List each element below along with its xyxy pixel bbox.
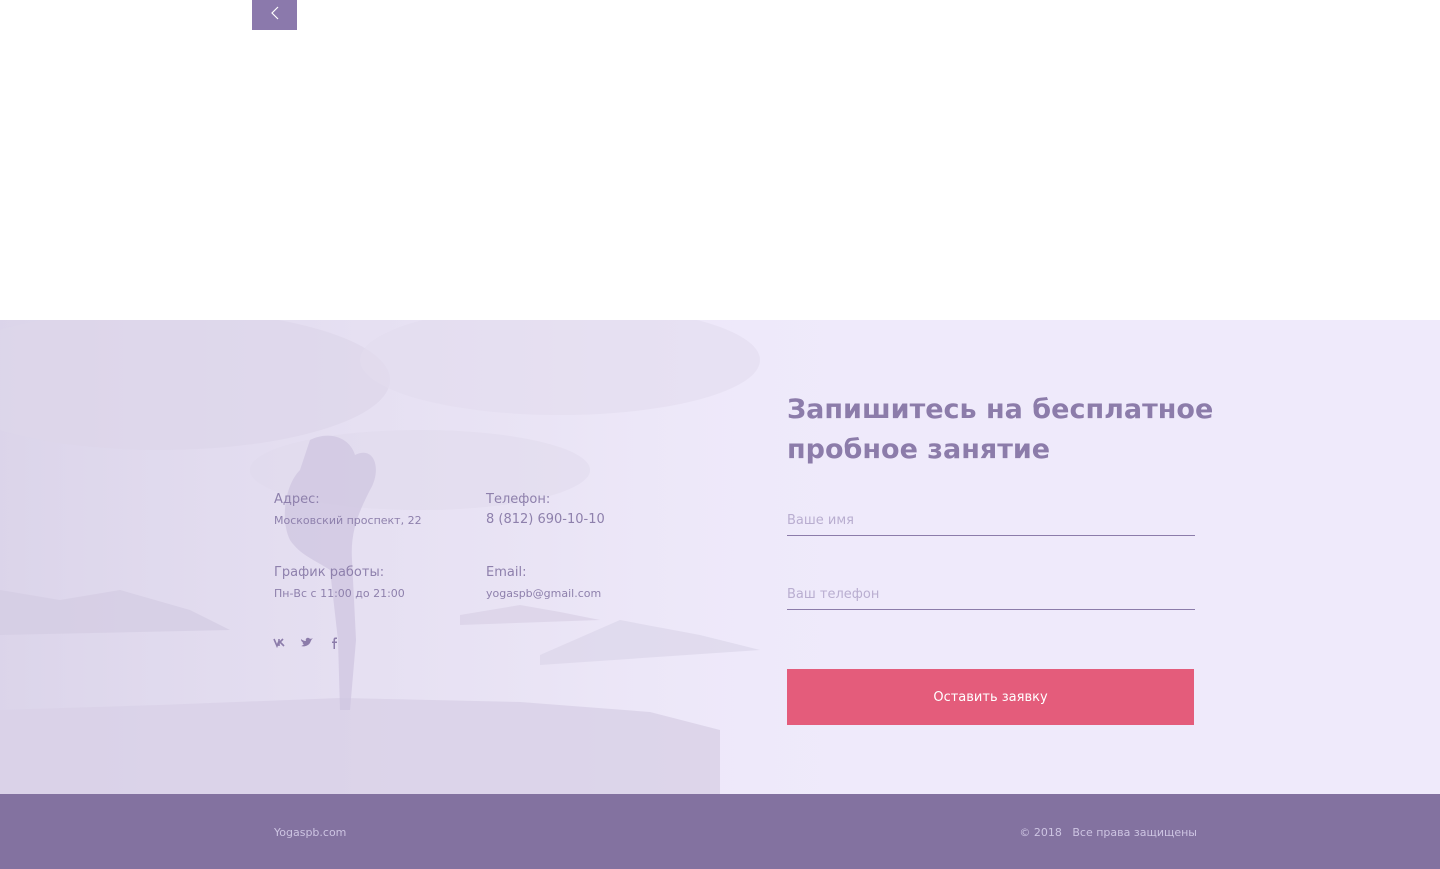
phone-value[interactable]: 8 (812) 690-10-10 [486, 512, 605, 527]
copyright: © 2018 Все права защищены [1019, 826, 1197, 839]
chevron-left-icon [269, 5, 281, 25]
social-links [272, 636, 342, 650]
address-value: Московский проспект, 22 [274, 514, 422, 527]
phone-label: Телефон: [486, 492, 551, 507]
back-button[interactable] [252, 0, 297, 30]
schedule-value: Пн-Вс с 11:00 до 21:00 [274, 587, 405, 600]
twitter-icon[interactable] [299, 636, 315, 650]
contact-section: Адрес: Московский проспект, 22 Телефон: … [0, 320, 1440, 794]
submit-button[interactable]: Оставить заявку [787, 669, 1194, 725]
facebook-icon[interactable] [326, 636, 342, 650]
name-input[interactable] [787, 506, 1195, 536]
email-value[interactable]: yogaspb@gmail.com [486, 587, 601, 600]
vk-icon[interactable] [272, 636, 288, 650]
yoga-background-image [0, 320, 900, 794]
phone-input[interactable] [787, 580, 1195, 610]
form-title: Запишитесь на бесплатное пробное занятие [787, 394, 1214, 465]
address-label: Адрес: [274, 492, 320, 507]
email-label: Email: [486, 565, 527, 580]
schedule-label: График работы: [274, 565, 385, 580]
footer: Yogaspb.com © 2018 Все права защищены [0, 794, 1440, 869]
site-name[interactable]: Yogaspb.com [274, 826, 346, 839]
